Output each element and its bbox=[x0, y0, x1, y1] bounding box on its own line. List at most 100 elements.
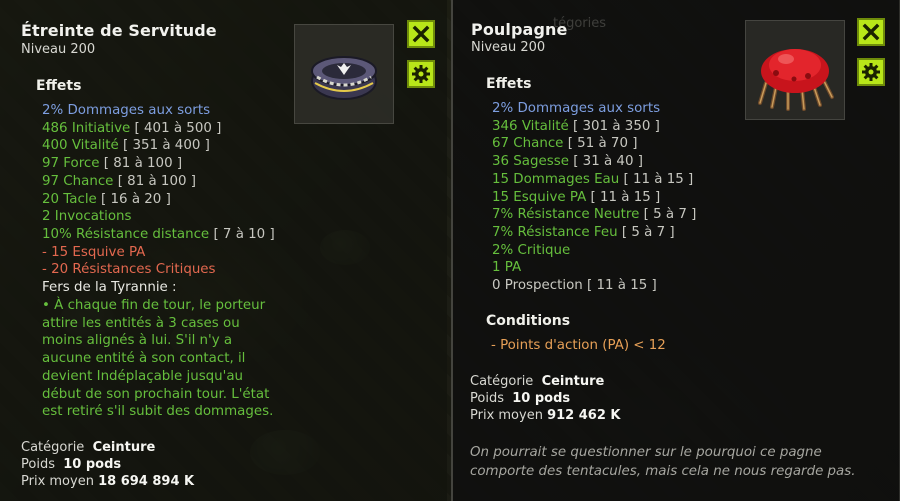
effect-text: 1 PA bbox=[492, 260, 522, 276]
category-row: Catégorie Ceinture bbox=[21, 439, 194, 456]
effect-text: 97 Force bbox=[42, 156, 100, 172]
effect-line: 400 Vitalité [ 351 à 400 ] bbox=[42, 137, 275, 155]
price-label: Prix moyen bbox=[470, 408, 543, 423]
weight-value: 10 pods bbox=[512, 391, 571, 406]
set-description-line: attire les entités à 3 cases ou bbox=[42, 315, 240, 331]
effect-text: 2% Dommages aux sorts bbox=[492, 101, 661, 116]
effects-heading: Effets bbox=[486, 76, 532, 92]
effect-range: [ 31 à 40 ] bbox=[568, 154, 643, 170]
settings-button[interactable] bbox=[857, 58, 885, 86]
weight-label: Poids bbox=[470, 391, 504, 406]
effect-line: 2 Invocations bbox=[42, 208, 275, 226]
condition-item: - Points d'action (PA) < 12 bbox=[491, 338, 666, 353]
category-label: Catégorie bbox=[21, 440, 85, 455]
set-description-line: devient Indéplaçable jusqu'au bbox=[42, 368, 244, 384]
effect-line: - 20 Résistances Critiques bbox=[42, 261, 275, 279]
weight-label: Poids bbox=[21, 457, 55, 472]
effect-text: 346 Vitalité bbox=[492, 118, 569, 134]
gear-icon bbox=[412, 65, 430, 83]
effect-text: 97 Chance bbox=[42, 173, 114, 189]
effect-line: 97 Force [ 81 à 100 ] bbox=[42, 155, 275, 173]
effect-text: 20 Tacle bbox=[42, 191, 97, 207]
close-button[interactable] bbox=[407, 20, 435, 48]
effect-text: 2% Dommages aux sorts bbox=[42, 103, 211, 118]
set-description-line: aucune entité à son contact, il bbox=[42, 351, 246, 367]
effect-line: 36 Sagesse [ 31 à 40 ] bbox=[492, 153, 696, 171]
set-description-line: début de son prochain tour. L'état bbox=[42, 386, 270, 402]
effects-list: 2% Dommages aux sorts 346 Vitalité [ 301 … bbox=[492, 100, 696, 295]
item-tooltip-right: tégories Poulpagne Niveau 200 Effets 2% … bbox=[451, 0, 900, 501]
item-level: Niveau 200 bbox=[21, 42, 96, 57]
effect-text: 67 Chance bbox=[492, 136, 564, 152]
effect-text: 486 Initiative bbox=[42, 120, 131, 136]
effect-range: [ 81 à 100 ] bbox=[113, 173, 196, 189]
effect-line: 7% Résistance Feu [ 5 à 7 ] bbox=[492, 224, 696, 242]
effect-line: 10% Résistance distance [ 7 à 10 ] bbox=[42, 226, 275, 244]
item-level: Niveau 200 bbox=[471, 40, 546, 55]
effect-text: 2 Invocations bbox=[42, 209, 132, 225]
category-value: Ceinture bbox=[541, 374, 605, 389]
category-label: Catégorie bbox=[470, 374, 534, 389]
price-row: Prix moyen 912 462 K bbox=[470, 407, 621, 424]
effect-range: [ 11 à 15 ] bbox=[582, 278, 657, 294]
price-value: 912 462 K bbox=[547, 408, 621, 423]
octopus-belt-item-icon bbox=[758, 49, 834, 111]
belt-item-icon bbox=[311, 56, 377, 100]
effect-line: 20 Tacle [ 16 à 20 ] bbox=[42, 191, 275, 209]
effects-heading: Effets bbox=[36, 78, 82, 94]
effect-range: [ 351 à 400 ] bbox=[118, 138, 210, 154]
gear-icon bbox=[862, 63, 880, 81]
settings-button[interactable] bbox=[407, 60, 435, 88]
item-image-frame bbox=[745, 20, 845, 120]
effect-line: 15 Esquive PA [ 11 à 15 ] bbox=[492, 189, 696, 207]
close-icon bbox=[412, 25, 430, 43]
weight-row: Poids 10 pods bbox=[21, 456, 194, 473]
effect-line: 97 Chance [ 81 à 100 ] bbox=[42, 173, 275, 191]
item-meta: Catégorie Ceinture Poids 10 pods Prix mo… bbox=[470, 373, 621, 424]
effect-line: 67 Chance [ 51 à 70 ] bbox=[492, 135, 696, 153]
effect-range: [ 7 à 10 ] bbox=[209, 226, 275, 242]
conditions-heading: Conditions bbox=[486, 313, 571, 329]
effects-list: 2% Dommages aux sorts 486 Initiative [ 40… bbox=[42, 102, 275, 279]
effect-line: 2% Dommages aux sorts bbox=[492, 100, 696, 118]
effect-text: 10% Résistance distance bbox=[42, 226, 210, 242]
effect-text: 7% Résistance Neutre bbox=[492, 207, 640, 223]
set-description-line: est retiré s'il subit des dommages. bbox=[42, 404, 274, 420]
item-description: On pourrait se questionner sur le pourqu… bbox=[470, 443, 856, 481]
effect-line: 346 Vitalité [ 301 à 350 ] bbox=[492, 118, 696, 136]
effect-text: 2% Critique bbox=[492, 242, 571, 258]
effect-range: [ 16 à 20 ] bbox=[96, 191, 171, 207]
weight-value: 10 pods bbox=[63, 457, 122, 472]
effect-text: 36 Sagesse bbox=[492, 154, 569, 170]
effect-line: 486 Initiative [ 401 à 500 ] bbox=[42, 120, 275, 138]
close-button[interactable] bbox=[857, 18, 885, 46]
effect-text: 15 Dommages Eau bbox=[492, 171, 620, 187]
item-title: Poulpagne bbox=[471, 20, 568, 39]
effect-line: 2% Dommages aux sorts bbox=[42, 102, 275, 120]
effect-range: [ 5 à 7 ] bbox=[639, 207, 697, 223]
item-meta: Catégorie Ceinture Poids 10 pods Prix mo… bbox=[21, 439, 194, 490]
price-value: 18 694 894 K bbox=[98, 474, 195, 489]
effect-range: [ 81 à 100 ] bbox=[99, 156, 183, 172]
set-description-line: • À chaque fin de tour, le porteur bbox=[42, 298, 266, 313]
price-row: Prix moyen 18 694 894 K bbox=[21, 473, 194, 490]
effect-range: [ 5 à 7 ] bbox=[617, 224, 675, 240]
set-title: Fers de la Tyrannie : bbox=[42, 280, 177, 295]
effect-range: [ 11 à 15 ] bbox=[586, 189, 661, 205]
category-row: Catégorie Ceinture bbox=[470, 373, 621, 390]
effect-range: [ 401 à 500 ] bbox=[130, 120, 222, 136]
effect-line: 1 PA bbox=[492, 259, 696, 277]
effect-line: 0 Prospection [ 11 à 15 ] bbox=[492, 277, 696, 295]
effect-range: [ 51 à 70 ] bbox=[563, 136, 638, 152]
category-value: Ceinture bbox=[92, 440, 156, 455]
set-description-line: moins alignés à lui. S'il n'y a bbox=[42, 333, 233, 349]
description-line: comporte des tentacules, mais cela ne no… bbox=[470, 464, 856, 479]
effect-text: - 15 Esquive PA bbox=[42, 244, 146, 260]
set-description: • À chaque fin de tour, le porteur attire… bbox=[42, 297, 273, 421]
weight-row: Poids 10 pods bbox=[470, 390, 621, 407]
effect-line: 2% Critique bbox=[492, 242, 696, 260]
effect-text: 400 Vitalité bbox=[42, 138, 119, 154]
effect-text: 7% Résistance Feu bbox=[492, 224, 618, 240]
effect-text: - 20 Résistances Critiques bbox=[42, 262, 216, 278]
effect-range: [ 11 à 15 ] bbox=[619, 171, 694, 187]
